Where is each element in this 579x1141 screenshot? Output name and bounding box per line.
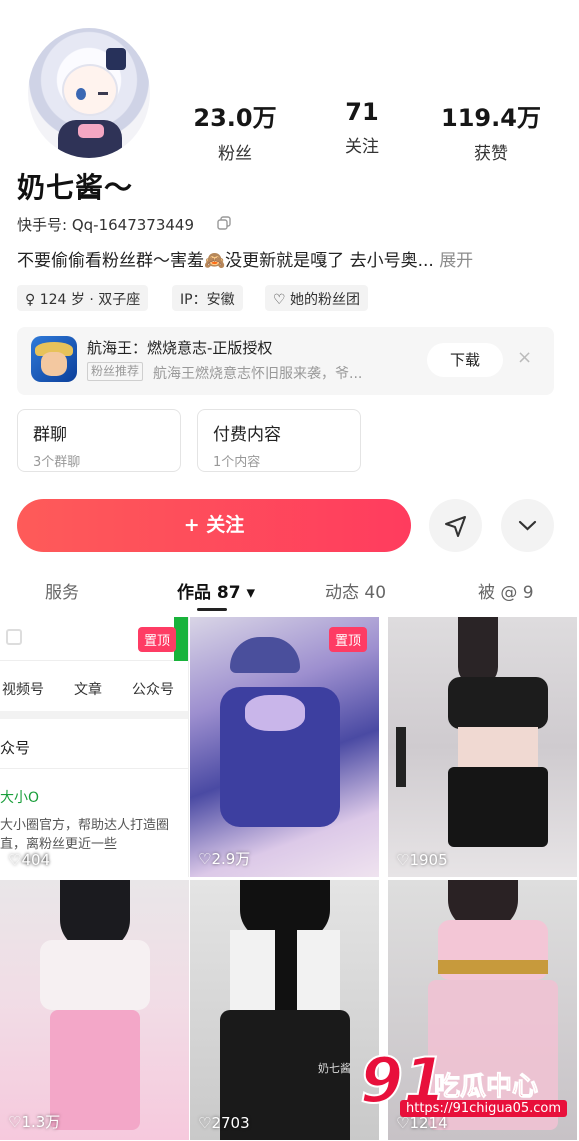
- figure-top: [448, 677, 548, 729]
- tab-services[interactable]: 服务: [45, 578, 79, 603]
- stat-followers[interactable]: 23.0万 粉丝: [190, 98, 280, 164]
- stat-label: 关注: [345, 137, 379, 157]
- video-caption: 奶七酱: [318, 1062, 351, 1075]
- more-button[interactable]: [501, 499, 554, 552]
- figure-dress: [50, 1010, 140, 1130]
- wechat-tab-accounts: 公众号: [132, 682, 174, 698]
- stat-value: 71: [345, 98, 379, 126]
- wechat-tab-articles: 文章: [74, 682, 102, 698]
- copy-icon[interactable]: [217, 216, 231, 230]
- tag-fan-club[interactable]: ♡ 她的粉丝团: [265, 285, 369, 311]
- follow-button[interactable]: + 关注: [17, 499, 411, 552]
- stat-value: 23.0万: [193, 104, 277, 132]
- paid-content-count: 1个内容: [213, 455, 261, 470]
- account-desc-line2: 直，离粉丝更近一些: [0, 837, 118, 852]
- paid-content-title: 付费内容: [213, 425, 281, 445]
- door-handle: [396, 727, 406, 787]
- avatar[interactable]: [28, 28, 150, 158]
- ad-description: 航海王燃烧意志怀旧服来袭，爷...: [153, 366, 363, 382]
- figure-tie: [275, 930, 297, 1020]
- green-strip: [174, 617, 188, 661]
- figure-skirt: [448, 767, 548, 847]
- tab-works[interactable]: 作品 87 ▾: [177, 578, 255, 603]
- tab-mentions[interactable]: 被 @ 9: [478, 578, 534, 603]
- profile-name: 奶七酱～: [17, 171, 134, 204]
- video-thumbnail[interactable]: ♡1.3万: [0, 880, 189, 1140]
- watermark-url: https://91chigua05.com: [400, 1100, 568, 1117]
- tab-indicator: [197, 608, 227, 611]
- group-chat-card[interactable]: 群聊 3个群聊: [17, 409, 181, 472]
- video-thumbnail[interactable]: 奶七酱 ♡2703: [190, 880, 379, 1140]
- pinned-badge: 置顶: [137, 627, 176, 652]
- video-thumbnail[interactable]: ♡1905: [388, 617, 577, 877]
- close-icon[interactable]: ×: [517, 347, 532, 368]
- stat-likes[interactable]: 119.4万 获赞: [438, 98, 544, 164]
- divider: [0, 711, 188, 719]
- send-icon: [445, 516, 466, 537]
- video-thumbnail[interactable]: 置顶 ♡2.9万: [190, 617, 379, 877]
- like-count: ♡2.9万: [198, 850, 251, 868]
- stat-following[interactable]: 71 关注: [322, 98, 402, 157]
- video-thumbnail[interactable]: 置顶 视频号 文章 公众号 众号 大小O 大小圈官方，帮助达人打造圈 直，离粉丝…: [0, 617, 189, 877]
- like-count: ♡2703: [198, 1114, 250, 1132]
- ad-badge: 粉丝推荐: [87, 362, 144, 381]
- game-app-icon: [31, 336, 77, 382]
- site-watermark: 91 吃瓜中心 https://91chigua05.com: [359, 1043, 570, 1122]
- group-chat-count: 3个群聊: [33, 455, 81, 470]
- stat-value: 119.4万: [441, 104, 541, 132]
- stat-label: 获赞: [474, 144, 508, 164]
- bio-expand-link[interactable]: 展开: [439, 251, 473, 271]
- figure-bow: [245, 695, 305, 731]
- bio-text: 不要偷偷看粉丝群～害羞🙈没更新就是嘎了 去小号奥...: [17, 251, 434, 271]
- like-count: ♡1.3万: [8, 1113, 61, 1131]
- figure-waist: [458, 727, 538, 767]
- tag-ip: IP：安徽: [172, 285, 243, 311]
- group-chat-title: 群聊: [33, 425, 67, 445]
- account-desc-line1: 大小圈官方，帮助达人打造圈: [0, 818, 170, 833]
- figure-collar: [230, 637, 300, 673]
- divider: [0, 768, 188, 769]
- wechat-tab-channels: 视频号: [2, 682, 44, 698]
- wechat-heading: 众号: [0, 739, 31, 757]
- watermark-text: 吃瓜中心: [433, 1072, 539, 1103]
- ad-card[interactable]: 航海王：燃烧意志-正版授权 粉丝推荐 航海王燃烧意志怀旧服来袭，爷... 下载 …: [17, 327, 554, 395]
- paid-content-card[interactable]: 付费内容 1个内容: [197, 409, 361, 472]
- tab-moments[interactable]: 动态 40: [325, 578, 386, 603]
- kuaishou-id: 快手号: Qq-1647373449: [17, 216, 194, 234]
- account-desc: 大小圈官方，帮助达人打造圈 直，离粉丝更近一些: [0, 814, 169, 852]
- stat-label: 粉丝: [218, 144, 252, 164]
- chevron-down-icon: [518, 520, 537, 531]
- bio: 不要偷偷看粉丝群～害羞🙈没更新就是嘎了 去小号奥... 展开: [17, 246, 473, 271]
- figure-top: [40, 940, 150, 1010]
- like-count: ♡1905: [396, 851, 448, 869]
- share-button[interactable]: [429, 499, 482, 552]
- pinned-badge: 置顶: [328, 627, 367, 652]
- account-name: 大小O: [0, 790, 40, 806]
- tag-age: ♀ 124 岁 · 双子座: [17, 285, 149, 311]
- figure-belt: [438, 960, 548, 974]
- image-icon: [6, 629, 22, 645]
- download-button[interactable]: 下载: [427, 343, 503, 377]
- like-count: ♡404: [8, 851, 51, 869]
- ad-title: 航海王：燃烧意志-正版授权: [87, 339, 273, 357]
